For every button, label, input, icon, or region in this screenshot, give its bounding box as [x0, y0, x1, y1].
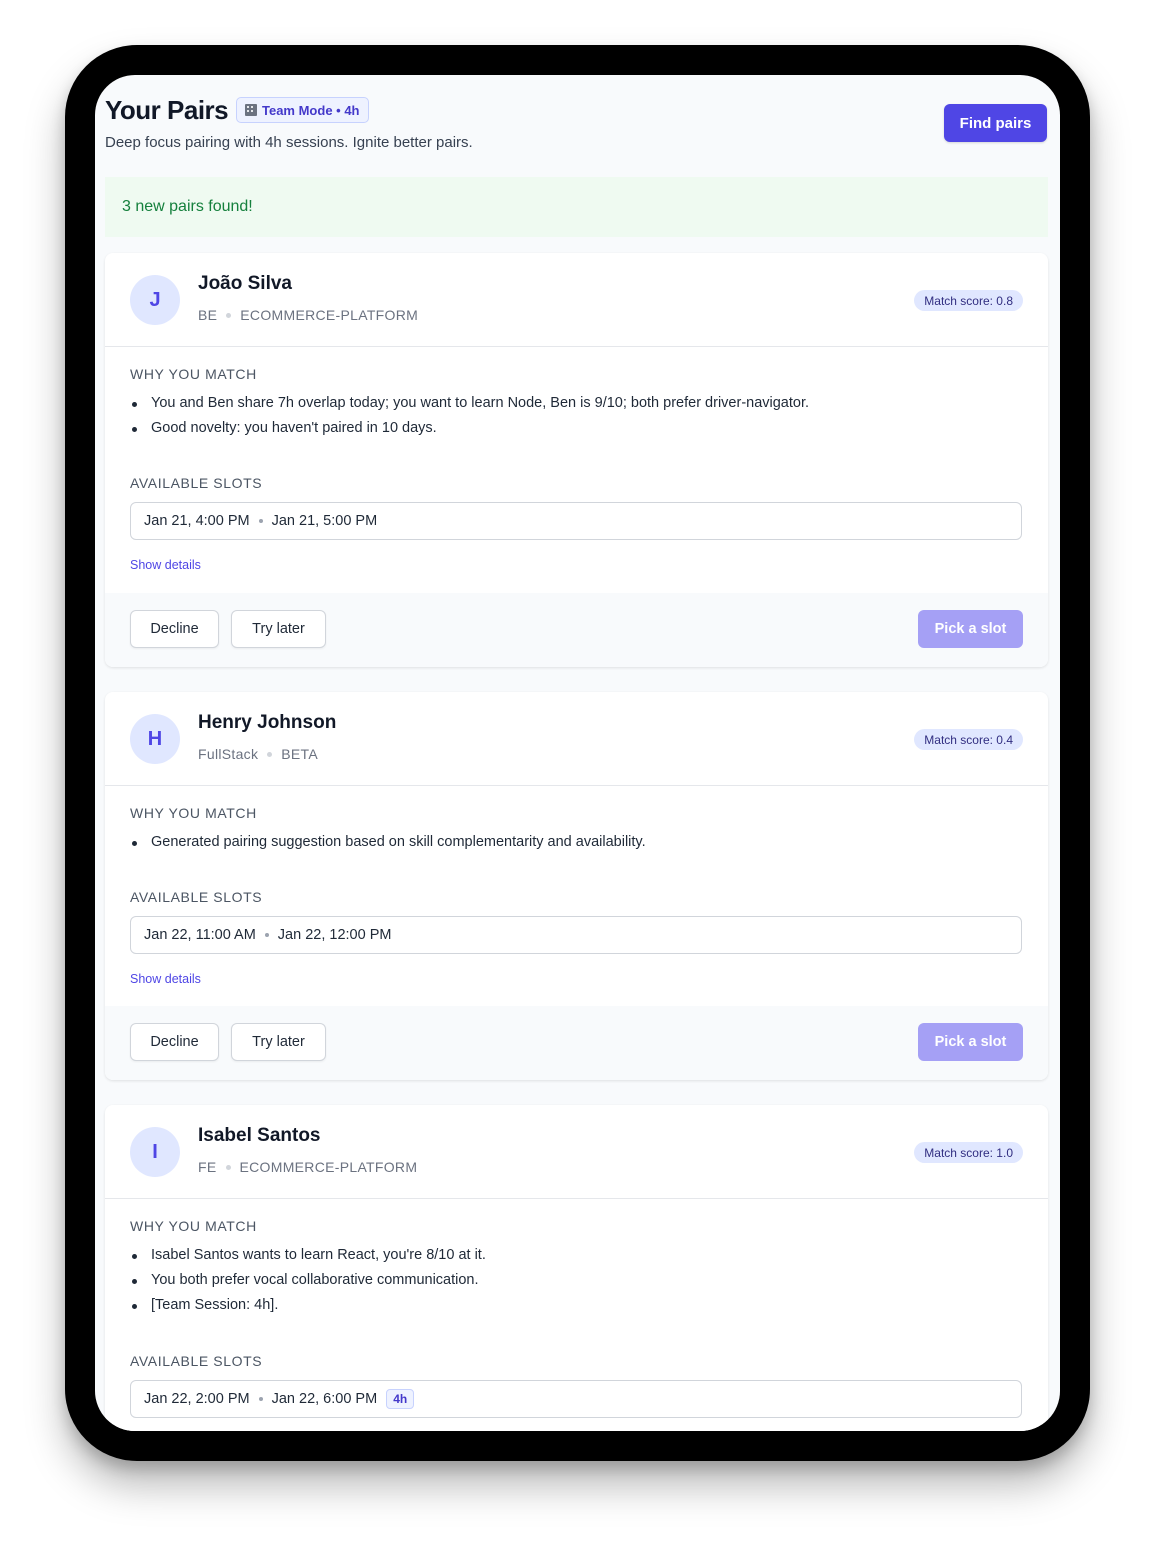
team-mode-label: Team Mode • 4h — [262, 102, 360, 118]
separator-dot — [267, 751, 273, 757]
slot-end: Jan 21, 5:00 PM — [271, 513, 378, 529]
decline-button[interactable]: Decline — [130, 1023, 219, 1061]
pair-name: Henry Johnson — [198, 712, 337, 733]
separator-dot — [226, 312, 232, 318]
show-details-link[interactable]: Show details — [130, 558, 201, 572]
pair-project: ECOMMERCE-PLATFORM — [239, 1159, 418, 1175]
pair-role: FE — [198, 1159, 217, 1175]
avatar: H — [130, 714, 180, 764]
page-title: Your Pairs — [105, 95, 229, 125]
pair-card-header: H Henry Johnson FullStack BETA Match sco… — [105, 692, 1048, 786]
pair-card-actions: Decline Try later Pick a slot — [105, 1006, 1048, 1080]
separator-dot — [258, 519, 263, 523]
match-score-badge: Match score: 0.8 — [914, 290, 1023, 311]
success-alert: 3 new pairs found! — [105, 177, 1048, 237]
pair-meta: FullStack BETA — [198, 746, 318, 762]
pair-card-header: I Isabel Santos FE ECOMMERCE-PLATFORM Ma… — [105, 1105, 1048, 1199]
available-slots-label: AVAILABLE SLOTS — [130, 475, 263, 491]
show-details-link[interactable]: Show details — [130, 972, 201, 986]
avatar: J — [130, 275, 180, 325]
slot-option[interactable]: Jan 22, 11:00 AM Jan 22, 12:00 PM — [130, 916, 1022, 954]
slot-start: Jan 22, 11:00 AM — [144, 927, 256, 943]
separator-dot — [258, 1397, 263, 1401]
pair-project: BETA — [281, 746, 319, 762]
duration-badge: 4h — [386, 1389, 415, 1409]
pair-project: ECOMMERCE-PLATFORM — [240, 307, 419, 323]
reason-item: Generated pairing suggestion based on sk… — [130, 830, 1020, 855]
available-slots-label: AVAILABLE SLOTS — [130, 1353, 263, 1369]
decline-button[interactable]: Decline — [130, 610, 219, 648]
reason-item: Isabel Santos wants to learn React, you'… — [130, 1243, 1020, 1268]
pair-card: H Henry Johnson FullStack BETA Match sco… — [105, 692, 1048, 1080]
try-later-button[interactable]: Try later — [231, 610, 326, 648]
slot-end: Jan 22, 12:00 PM — [277, 927, 392, 943]
why-match-label: WHY YOU MATCH — [130, 1218, 257, 1234]
reason-item: Good novelty: you haven't paired in 10 d… — [130, 416, 1020, 441]
device-frame: Your Pairs Team Mode • 4h Deep focus pai… — [65, 45, 1090, 1461]
pick-slot-button[interactable]: Pick a slot — [918, 1023, 1023, 1061]
team-mode-badge: Team Mode • 4h — [236, 97, 369, 123]
available-slots-label: AVAILABLE SLOTS — [130, 889, 263, 905]
pair-meta: BE ECOMMERCE-PLATFORM — [198, 307, 418, 323]
why-match-label: WHY YOU MATCH — [130, 805, 257, 821]
pair-card: J João Silva BE ECOMMERCE-PLATFORM Match… — [105, 253, 1048, 667]
separator-dot — [225, 1164, 231, 1170]
page-header: Your Pairs Team Mode • 4h Deep focus pai… — [105, 75, 1048, 245]
find-pairs-button[interactable]: Find pairs — [944, 104, 1047, 142]
match-score-badge: Match score: 1.0 — [914, 1142, 1023, 1163]
reason-item: You and Ben share 7h overlap today; you … — [130, 391, 1020, 416]
building-icon — [245, 104, 257, 116]
reasons-list: Generated pairing suggestion based on sk… — [130, 830, 1020, 855]
screen: Your Pairs Team Mode • 4h Deep focus pai… — [95, 75, 1060, 1431]
why-match-label: WHY YOU MATCH — [130, 366, 257, 382]
slot-option[interactable]: Jan 22, 2:00 PM Jan 22, 6:00 PM 4h — [130, 1380, 1022, 1418]
try-later-button[interactable]: Try later — [231, 1023, 326, 1061]
slot-option[interactable]: Jan 21, 4:00 PM Jan 21, 5:00 PM — [130, 502, 1022, 540]
reason-item: [Team Session: 4h]. — [130, 1293, 1020, 1318]
pair-name: Isabel Santos — [198, 1125, 321, 1146]
pair-role: FullStack — [198, 746, 259, 762]
reason-item: You both prefer vocal collaborative comm… — [130, 1268, 1020, 1293]
page-subtitle: Deep focus pairing with 4h sessions. Ign… — [105, 134, 473, 151]
pick-slot-button[interactable]: Pick a slot — [918, 610, 1023, 648]
slot-start: Jan 21, 4:00 PM — [144, 513, 250, 529]
avatar: I — [130, 1127, 180, 1177]
pairs-page: Your Pairs Team Mode • 4h Deep focus pai… — [105, 75, 1048, 1431]
pair-card: I Isabel Santos FE ECOMMERCE-PLATFORM Ma… — [105, 1105, 1048, 1431]
pair-meta: FE ECOMMERCE-PLATFORM — [198, 1159, 417, 1175]
pair-card-header: J João Silva BE ECOMMERCE-PLATFORM Match… — [105, 253, 1048, 347]
reasons-list: You and Ben share 7h overlap today; you … — [130, 391, 1020, 441]
slot-end: Jan 22, 6:00 PM — [271, 1391, 378, 1407]
pair-role: BE — [198, 307, 218, 323]
pair-card-actions: Decline Try later Pick a slot — [105, 593, 1048, 667]
match-score-badge: Match score: 0.4 — [914, 729, 1023, 750]
slot-start: Jan 22, 2:00 PM — [144, 1391, 250, 1407]
reasons-list: Isabel Santos wants to learn React, you'… — [130, 1243, 1020, 1318]
separator-dot — [264, 933, 269, 937]
pair-name: João Silva — [198, 273, 292, 294]
